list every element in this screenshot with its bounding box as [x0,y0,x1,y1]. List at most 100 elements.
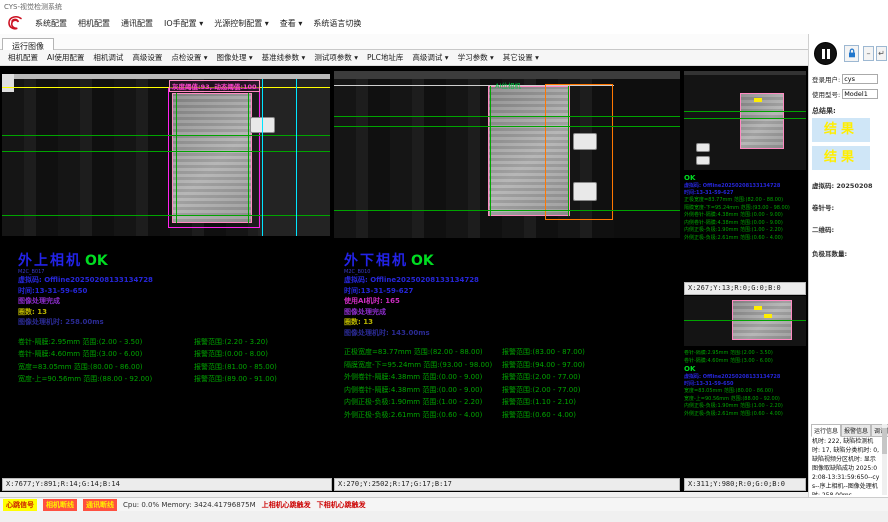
virtual-code-line: 虚拟码: Offline20250208133134728 [344,275,678,286]
middle-result-block: 外下相机OK M2C_B010 虚拟码: Offline202502081331… [344,254,678,422]
measurement-alarm: 报警范围:(81.00 - 85.00) [194,361,277,374]
result-box-2: 结果 [812,146,870,170]
thumb-measurement: 卷针-隔膜:4.60mm 范围:(3.00 - 6.00) [684,358,806,366]
overlay-green-line [684,111,806,112]
bright-tab-spot [696,156,710,165]
model-input[interactable] [842,89,878,99]
pause-button[interactable] [814,42,837,65]
toolbar-item-camera-config[interactable]: 相机配置 [8,52,38,63]
menu-item-camera-config[interactable]: 相机配置 [78,18,110,29]
thumb-bottom-image[interactable] [684,296,806,346]
model-row: 使用型号: [812,89,878,99]
overlay-green-line [2,151,330,152]
turns-line: 圈数: 13 [344,317,678,328]
ai-time-line: 使用AI机时: 165 [344,296,678,307]
comm-offline-badge: 通讯断线 [83,499,117,511]
camera-title: 外下相机OK [344,254,678,269]
overlay-yellow-line [2,87,330,88]
measurement-alarm: 报警范围:(89.00 - 91.00) [194,373,277,386]
log-scrollbar[interactable] [882,424,887,495]
overlay-green-line [334,210,680,211]
lock-button[interactable] [844,45,859,62]
overlay-green-vline [490,86,491,216]
log-tab-run-info[interactable]: 运行信息 [811,424,841,437]
overlay-green-line [334,126,680,127]
sidebar: – ↵ 登录用户: 使用型号: 总结果: 结果 结果 虚拟码: 20250208… [808,34,888,497]
toolbar-item-camera-debug[interactable]: 相机调试 [93,52,123,63]
threshold-overlay-label: 灰度阈值:93, 动态阈值:100 [169,80,260,92]
measurement-row: 正极宽度=83.77mm 范围:(82.00 - 88.00) 报警范围:(83… [344,346,678,359]
result-ok: OK [85,253,108,269]
minimize-panel-button[interactable]: – [863,46,874,61]
process-time-line: 图像处理机时: 258.00ms [18,317,330,328]
cpu-memory-text: Cpu: 0.0% Memory: 3424.41796875M [123,501,256,509]
menu-item-comm-config[interactable]: 通讯配置 [121,18,153,29]
toolbar-item-baseline-params[interactable]: 基准线参数 ▾ [262,52,306,63]
thumb-code-line: 虚拟码: Offline20250208133134728 [684,183,806,190]
return-arrow-icon: ↵ [878,49,885,58]
thumb-measurement: 外侧正极-负极:2.61mm 范围:(0.60 - 4.00) [684,411,806,419]
thumb-bottom-result-block: 卷针-隔膜:2.95mm 范围:(2.00 - 3.50) 卷针-隔膜:4.60… [684,350,806,476]
toolbar-item-other-settings[interactable]: 其它设置 ▾ [503,52,539,63]
camera-name: 外下相机 [344,253,408,269]
thumb-measurement: 外侧卷针-隔膜:4.38mm 范围:(0.00 - 9.00) [684,212,806,220]
toolbar: 相机配置 AI使用配置 相机调试 高级设置 点检设置 ▾ 图像处理 ▾ 基准线参… [0,50,810,66]
menu-bar: 系统配置 相机配置 通讯配置 IO手配置 ▾ 光源控制配置 ▾ 查看 ▾ 系统语… [0,12,888,34]
toolbar-item-learning-params[interactable]: 学习参数 ▾ [458,52,494,63]
measurement-text: 卷针-隔膜:4.60mm 范围:(3.00 - 6.00) [18,348,194,361]
menu-item-io-manual-config[interactable]: IO手配置 ▾ [164,18,203,29]
upper-camera-trigger-alert: 上相机心跳触发 [262,500,311,510]
measurement-text: 外侧正极-负极:2.61mm 范围:(0.60 - 4.00) [344,409,502,422]
measurement-row: 卷针-隔膜:4.60mm 范围:(3.00 - 6.00) 报警范围:(0.00… [18,348,330,361]
left-camera-image[interactable]: 灰度阈值:93, 动态阈值:100 [2,74,330,236]
app-window: CYS-视觉检测系统 系统配置 相机配置 通讯配置 IO手配置 ▾ 光源控制配置… [0,0,888,522]
menu-item-system-config[interactable]: 系统配置 [35,18,67,29]
bright-tab-spot [696,143,710,152]
overlay-green-vline [568,86,569,216]
log-tabs: 运行信息 报警信息 调试信息 [811,424,888,437]
toolbar-item-advanced-debug[interactable]: 高级调试 ▾ [412,52,448,63]
measurement-text: 外侧卷针-隔膜:4.38mm 范围:(0.00 - 9.00) [344,371,502,384]
yellow-marker [754,306,762,310]
status-bar: 心跳信号 相机断线 通讯断线 Cpu: 0.0% Memory: 3424.41… [0,497,888,511]
toolbar-item-ai-use-config[interactable]: AI使用配置 [47,52,84,63]
menu-item-language-switch[interactable]: 系统语言切换 [313,18,361,29]
thumb-measurement: 内侧正极-负极:1.90mm 范围:(1.00 - 2.20) [684,227,806,235]
yellow-marker [764,314,772,318]
thumb-result-ok: OK [684,365,806,374]
thumb-bottom-pixel-status: X:311;Y:980;R:0;G:0;B:0 [684,478,806,491]
thumb-measurement: 正极宽度=83.77mm 范围:(82.00 - 88.00) [684,197,806,205]
process-time-line: 图像处理机时: 143.00ms [344,328,678,339]
time-line: 时间:13-31-59-627 [344,286,678,297]
toolbar-item-spot-check[interactable]: 点检设置 ▾ [171,52,207,63]
toolbar-item-advanced-settings[interactable]: 高级设置 [132,52,162,63]
overlay-cyan-vline [262,79,263,236]
return-button[interactable]: ↵ [876,46,887,61]
middle-camera-image[interactable]: AI位相机 [334,71,680,238]
virtual-code-line: 虚拟码: Offline20250208133134728 [18,275,330,286]
login-user-input[interactable] [842,74,878,84]
model-label: 使用型号: [812,89,840,99]
measurement-alarm: 报警范围:(2.00 - 77.00) [502,371,580,384]
menu-item-light-control-config[interactable]: 光源控制配置 ▾ [214,18,269,29]
menu-item-view[interactable]: 查看 ▾ [280,18,303,29]
toolbar-item-test-item-params[interactable]: 测试项参数 ▾ [314,52,358,63]
measurement-row: 宽度=83.05mm 范围:(80.00 - 86.00) 报警范围:(81.0… [18,361,330,374]
measurement-text: 正极宽度=83.77mm 范围:(82.00 - 88.00) [344,346,502,359]
toolbar-item-image-processing[interactable]: 图像处理 ▾ [217,52,253,63]
measurement-text: 隔膜宽度-下=95.24mm 范围:(93.00 - 98.00) [344,359,502,372]
measurement-alarm: 报警范围:(1.10 - 2.10) [502,396,576,409]
measurement-text: 卷针-隔膜:2.95mm 范围:(2.00 - 3.50) [18,336,194,349]
bright-tab-spot [573,182,597,201]
ai-camera-overlay-label: AI位相机 [495,80,521,90]
thumb-top-image[interactable] [684,71,806,170]
log-tab-alarm-info[interactable]: 报警信息 [841,424,871,437]
log-text: 机时: 222, 缺陷检测机时: 17, 缺陷分类机时: 0, 缺陷视频分区机时… [812,437,880,495]
toolbar-item-plc-address-lib[interactable]: PLC地址库 [367,52,403,63]
thumb-top-result-block: OK 虚拟码: Offline20250208133134728 时间:13-3… [684,174,806,280]
measurement-alarm: 报警范围:(2.00 - 77.00) [502,384,580,397]
dash-icon: – [867,49,871,58]
measurement-alarm: 报警范围:(0.60 - 4.00) [502,409,576,422]
log-scrollbar-thumb[interactable] [882,428,887,454]
measurement-row: 隔膜宽度-下=95.24mm 范围:(93.00 - 98.00) 报警范围:(… [344,359,678,372]
